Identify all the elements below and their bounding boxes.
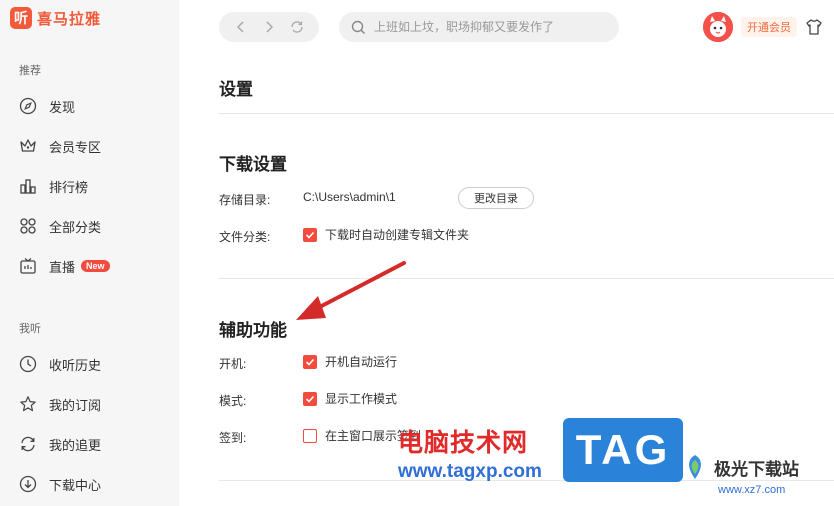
download-icon bbox=[19, 475, 37, 493]
crown-icon bbox=[19, 137, 37, 155]
reload-button[interactable] bbox=[288, 18, 306, 36]
check-icon bbox=[305, 395, 315, 403]
divider bbox=[219, 113, 834, 114]
search-bar[interactable] bbox=[339, 12, 619, 42]
check-icon bbox=[305, 231, 315, 239]
autostart-checkbox[interactable]: 开机自动运行 bbox=[303, 353, 397, 370]
search-icon bbox=[351, 20, 366, 34]
ranking-icon bbox=[19, 177, 37, 195]
app-logo[interactable]: 听 喜马拉雅 bbox=[10, 7, 101, 29]
sidebar-item-label: 我的追更 bbox=[49, 437, 102, 453]
sidebar-item-label: 全部分类 bbox=[49, 219, 102, 235]
sidebar-item-label: 直播 bbox=[49, 259, 76, 275]
vip-button[interactable]: 开通会员 bbox=[741, 17, 797, 37]
logo-icon: 听 bbox=[10, 7, 32, 29]
checkbox-label: 下载时自动创建专辑文件夹 bbox=[325, 228, 470, 242]
signin-label: 签到: bbox=[219, 431, 247, 445]
watermark-jg-name: 极光下载站 bbox=[714, 459, 799, 479]
back-button[interactable] bbox=[232, 18, 250, 36]
grid-icon bbox=[19, 217, 37, 235]
watermark-jg-url: www.xz7.com bbox=[718, 484, 786, 496]
sidebar-item-label: 下载中心 bbox=[49, 477, 102, 493]
sidebar-item-label: 收听历史 bbox=[49, 357, 102, 373]
section-label-mine: 我听 bbox=[19, 323, 41, 335]
section-title-accessibility: 辅助功能 bbox=[219, 321, 287, 340]
checkbox-checked[interactable] bbox=[303, 391, 317, 406]
auto-folder-checkbox[interactable]: 下载时自动创建专辑文件夹 bbox=[303, 226, 469, 243]
app-name: 喜马拉雅 bbox=[37, 10, 102, 28]
chevron-left-icon bbox=[236, 21, 244, 33]
sidebar-item-following[interactable]: 我的追更 bbox=[19, 432, 101, 456]
mode-label: 模式: bbox=[219, 394, 247, 408]
startup-label: 开机: bbox=[219, 357, 247, 371]
sidebar-item-history[interactable]: 收听历史 bbox=[19, 352, 101, 376]
avatar[interactable] bbox=[703, 12, 733, 42]
live-tv-icon bbox=[19, 257, 37, 275]
checkbox-unchecked[interactable] bbox=[303, 428, 317, 443]
aurora-icon bbox=[689, 455, 701, 479]
checkbox-checked[interactable] bbox=[303, 227, 317, 242]
reload-icon bbox=[291, 21, 303, 33]
watermark-site-url: www.tagxp.com bbox=[398, 461, 542, 482]
page-title: 设置 bbox=[219, 80, 253, 99]
sidebar-item-categories[interactable]: 全部分类 bbox=[19, 214, 101, 238]
user-avatar-icon bbox=[703, 12, 733, 42]
watermark-site-name: 电脑技术网 bbox=[398, 429, 529, 457]
search-input[interactable] bbox=[374, 20, 604, 34]
app-window: 听 喜马拉雅 推荐 发现 会员专区 排行榜 全部分类 直播 New 我听 收听历… bbox=[0, 0, 834, 506]
chevron-right-icon bbox=[266, 21, 274, 33]
sidebar-item-label: 我的订阅 bbox=[49, 397, 102, 413]
jiguang-logo: 极光下载站 bbox=[680, 452, 799, 482]
sidebar-item-label: 发现 bbox=[49, 99, 76, 115]
tag-logo: TAG bbox=[563, 418, 683, 482]
sidebar-item-downloads[interactable]: 下载中心 bbox=[19, 472, 101, 496]
sidebar-item-live[interactable]: 直播 New bbox=[19, 254, 110, 278]
checkbox-label: 显示工作模式 bbox=[325, 392, 398, 406]
sidebar-item-subscriptions[interactable]: 我的订阅 bbox=[19, 392, 101, 416]
sidebar-item-label: 会员专区 bbox=[49, 139, 102, 155]
sidebar-item-label: 排行榜 bbox=[49, 179, 89, 195]
section-title-download: 下载设置 bbox=[219, 155, 287, 174]
skin-button[interactable] bbox=[805, 18, 823, 36]
refresh-icon bbox=[19, 435, 37, 453]
sidebar-item-vip[interactable]: 会员专区 bbox=[19, 134, 101, 158]
change-directory-button[interactable]: 更改目录 bbox=[458, 187, 534, 209]
checkbox-checked[interactable] bbox=[303, 354, 317, 369]
compass-icon bbox=[19, 97, 37, 115]
sidebar-item-ranking[interactable]: 排行榜 bbox=[19, 174, 88, 198]
new-badge: New bbox=[81, 260, 110, 272]
section-label-recommend: 推荐 bbox=[19, 65, 41, 77]
tshirt-icon bbox=[806, 19, 822, 35]
star-icon bbox=[19, 395, 37, 413]
history-nav-group bbox=[219, 12, 319, 42]
category-label: 文件分类: bbox=[219, 230, 271, 244]
check-icon bbox=[305, 358, 315, 366]
work-mode-checkbox[interactable]: 显示工作模式 bbox=[303, 390, 397, 407]
sidebar: 听 喜马拉雅 推荐 发现 会员专区 排行榜 全部分类 直播 New 我听 收听历… bbox=[0, 0, 179, 506]
checkbox-label: 开机自动运行 bbox=[325, 355, 398, 369]
sidebar-item-discover[interactable]: 发现 bbox=[19, 94, 75, 118]
storage-path: C:\Users\admin\1 bbox=[303, 190, 396, 204]
clock-icon bbox=[19, 355, 37, 373]
divider bbox=[219, 278, 834, 279]
storage-label: 存储目录: bbox=[219, 193, 271, 207]
forward-button[interactable] bbox=[260, 18, 278, 36]
